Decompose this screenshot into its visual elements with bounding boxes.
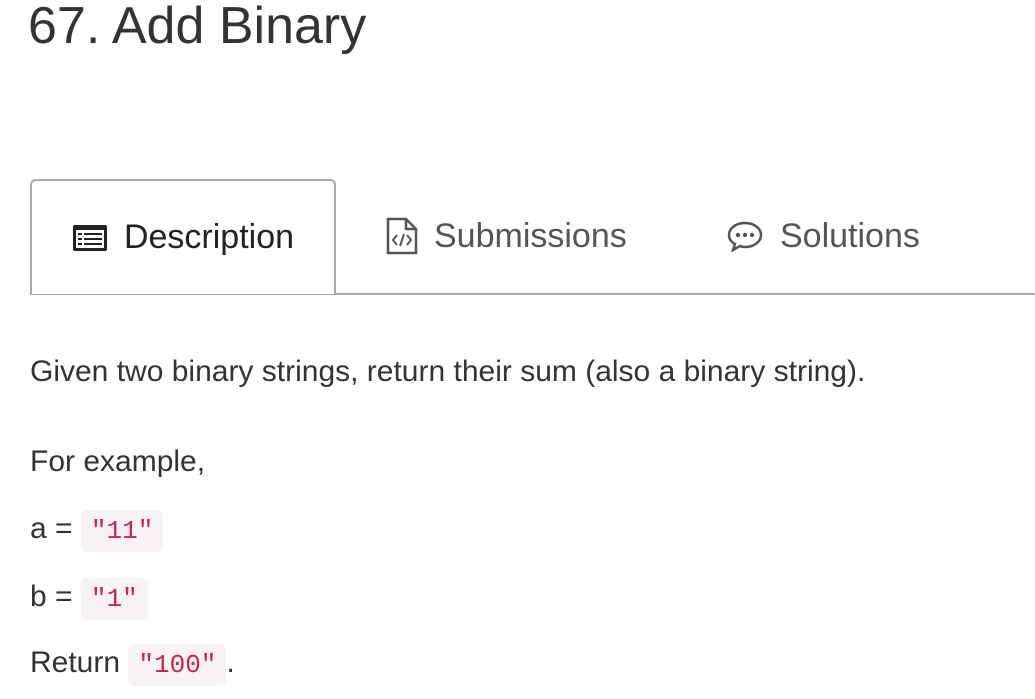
a-label: a = <box>30 512 73 545</box>
example-b: b = "1" <box>30 578 148 620</box>
b-value: "1" <box>80 578 148 620</box>
example-a: a = "11" <box>30 510 164 552</box>
list-card-icon <box>72 224 108 252</box>
code-file-icon <box>386 217 418 255</box>
tab-label: Solutions <box>780 216 920 255</box>
page-title: 67. Add Binary <box>28 0 367 55</box>
tab-description[interactable]: Description <box>30 179 336 294</box>
return-suffix: . <box>226 646 235 679</box>
example-label: For example, <box>30 445 206 478</box>
tab-solutions[interactable]: Solutions <box>726 179 920 293</box>
tab-submissions[interactable]: Submissions <box>386 179 627 293</box>
return-label: Return <box>30 646 121 679</box>
return-value: "100" <box>128 644 227 686</box>
tab-label: Description <box>123 218 295 256</box>
b-label: b = <box>30 580 73 613</box>
example-return: Return "100". <box>30 644 235 686</box>
tab-label: Submissions <box>434 216 627 255</box>
tab-bar: Description Submissions Solutions <box>30 179 1035 295</box>
problem-intro: Given two binary strings, return their s… <box>30 355 866 388</box>
chat-bubble-icon <box>726 220 764 252</box>
a-value: "11" <box>80 510 164 552</box>
